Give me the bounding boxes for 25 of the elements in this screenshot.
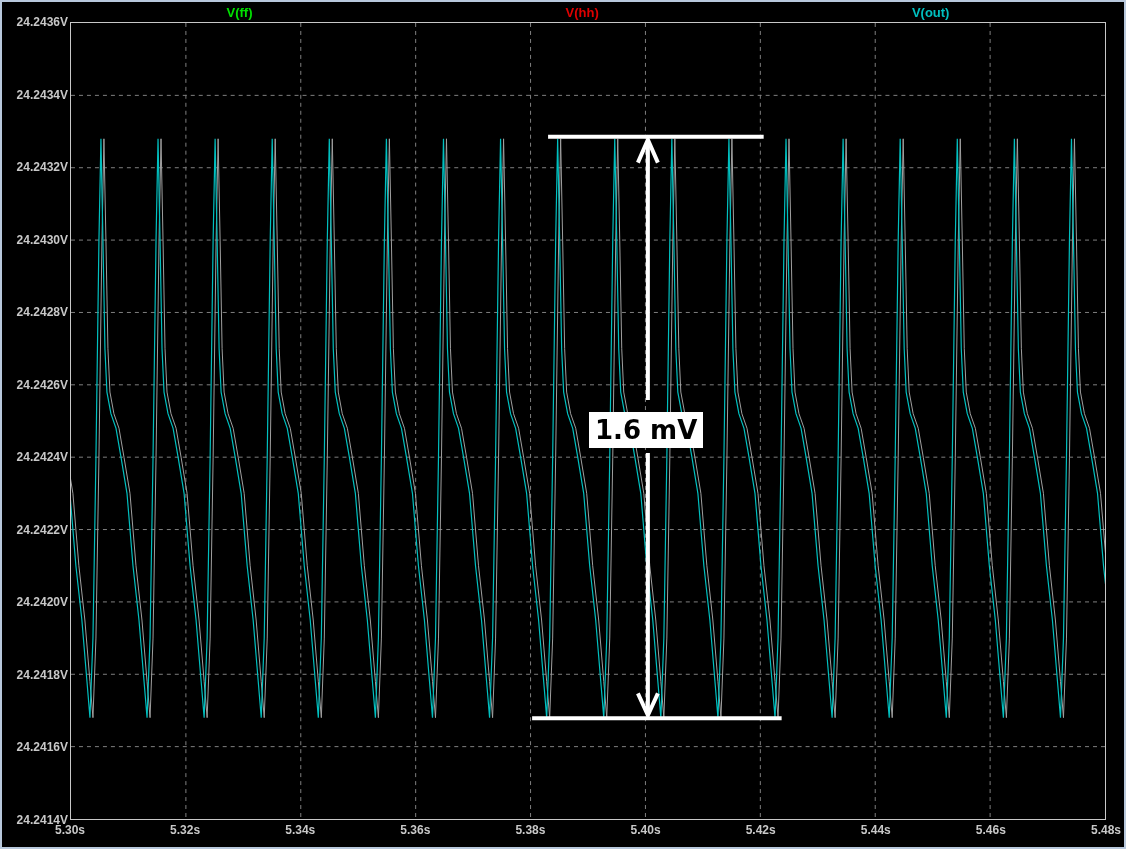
y-tick-label: 24.2428V: [16, 304, 69, 321]
x-tick-label: 5.38s: [514, 822, 547, 837]
measurement-label: 1.6 mV: [589, 412, 704, 448]
y-tick-label: 24.2424V: [16, 449, 69, 466]
x-tick-label: 5.34s: [284, 822, 317, 837]
x-tick-label: 5.42s: [744, 822, 777, 837]
y-tick-label: 24.2418V: [16, 666, 69, 683]
x-tick-label: 5.44s: [859, 822, 892, 837]
y-tick-label: 24.2436V: [16, 14, 69, 30]
y-tick-label: 24.2420V: [16, 594, 69, 611]
x-tick-label: 5.48s: [1089, 822, 1122, 837]
x-tick-label: 5.36s: [399, 822, 432, 837]
y-tick-label: 24.2434V: [16, 86, 69, 103]
y-tick-label: 24.2426V: [16, 376, 69, 393]
x-tick-label: 5.30s: [55, 823, 86, 837]
y-tick-label: 24.2416V: [16, 739, 69, 756]
trace-label[interactable]: V(ff): [226, 4, 253, 20]
x-tick-label: 5.40s: [629, 822, 662, 837]
y-tick-label: 24.2430V: [16, 231, 69, 248]
x-tick-label: 5.46s: [974, 822, 1007, 837]
trace-label[interactable]: V(hh): [565, 4, 599, 20]
y-tick-label: 24.2432V: [16, 159, 69, 176]
y-tick-label: 24.2422V: [16, 521, 69, 538]
trace-label[interactable]: V(out): [911, 4, 950, 20]
x-tick-label: 5.32s: [169, 822, 202, 837]
